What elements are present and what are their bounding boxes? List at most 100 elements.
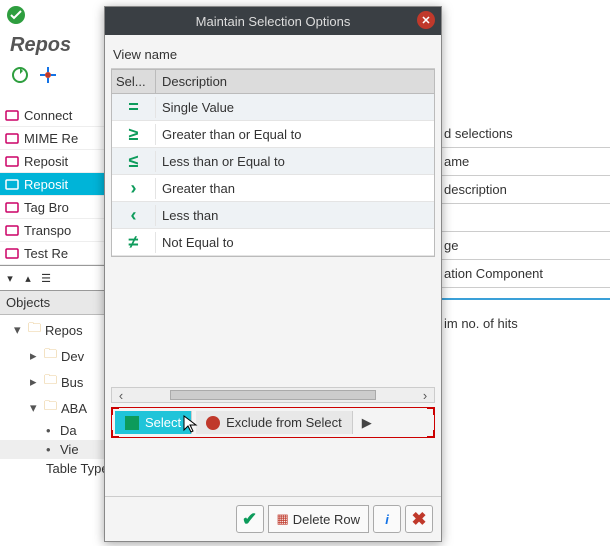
field-row xyxy=(440,204,610,232)
tab-select[interactable]: Select xyxy=(115,411,192,434)
option-glyph: ≠ xyxy=(112,232,156,253)
option-label: Greater than xyxy=(156,181,434,196)
options-table: Sel... Description =Single Value≥Greater… xyxy=(111,69,435,257)
tree-row[interactable]: ▾🗀 ABA xyxy=(0,395,110,421)
tree-label: Vie xyxy=(60,442,79,457)
bullet-icon: • xyxy=(46,423,56,438)
tree-label: Da xyxy=(60,423,77,438)
tree-row[interactable]: Table Types xyxy=(0,459,110,478)
tag-icon xyxy=(4,199,20,215)
nav-item-label: MIME Re xyxy=(24,131,78,146)
delete-row-icon: ▦ xyxy=(277,511,289,527)
tree-label: ABA xyxy=(61,401,87,416)
delete-row-label: Delete Row xyxy=(293,512,360,527)
nav-item-label: Reposit xyxy=(24,154,68,169)
delete-row-button[interactable]: ▦ Delete Row xyxy=(268,505,370,533)
mime-icon xyxy=(4,130,20,146)
tree-toolbar: ▾ ▴ ☰ xyxy=(0,265,110,291)
dialog-title: Maintain Selection Options xyxy=(196,14,351,29)
option-row[interactable]: ≥Greater than or Equal to xyxy=(112,121,434,148)
nav-item[interactable]: Tag Bro xyxy=(0,196,110,219)
info-button[interactable]: i xyxy=(373,505,401,533)
tree-row[interactable]: • Vie xyxy=(0,440,110,459)
cancel-button[interactable]: ✖ xyxy=(405,505,433,533)
scroll-right-icon[interactable]: › xyxy=(416,388,434,403)
repo-sel-icon xyxy=(4,176,20,192)
option-glyph: ≥ xyxy=(112,124,156,145)
info-icon: i xyxy=(385,512,389,527)
option-glyph: ‹ xyxy=(112,205,156,226)
nav-item[interactable]: Reposit xyxy=(0,150,110,173)
folder-icon: 🗀 xyxy=(44,371,57,393)
option-row[interactable]: ≠Not Equal to xyxy=(112,229,434,256)
nav-item[interactable]: Reposit xyxy=(0,173,110,196)
ok-icon xyxy=(6,5,26,25)
tree-row[interactable]: • Da xyxy=(0,421,110,440)
option-label: Less than xyxy=(156,208,434,223)
navigator-panel: Connect MIME Re Reposit Reposit Tag Bro Trans… xyxy=(0,104,110,480)
maintain-selection-dialog: Maintain Selection Options ✕ View name S… xyxy=(104,6,442,542)
nav-item-label: Test Re xyxy=(24,246,68,261)
folder-icon: 🗀 xyxy=(28,319,41,341)
list-icon[interactable]: ☰ xyxy=(38,270,54,286)
tree-label: Dev xyxy=(61,349,84,364)
option-row[interactable]: ›Greater than xyxy=(112,175,434,202)
connector-icon xyxy=(4,107,20,123)
option-label: Not Equal to xyxy=(156,235,434,250)
tree-label: Bus xyxy=(61,375,83,390)
nav-item[interactable]: MIME Re xyxy=(0,127,110,150)
folder-icon: 🗀 xyxy=(44,345,57,367)
test-icon xyxy=(4,245,20,261)
accept-button[interactable]: ✔ xyxy=(236,505,264,533)
scroll-left-icon[interactable]: ‹ xyxy=(112,388,130,403)
include-icon xyxy=(125,416,139,430)
caret-icon: ▾ xyxy=(14,322,24,338)
truck-icon xyxy=(4,222,20,238)
tree-row[interactable]: ▾🗀 Repos xyxy=(0,317,110,343)
separator xyxy=(440,298,610,300)
option-label: Greater than or Equal to xyxy=(156,127,434,142)
nav-item-label: Reposit xyxy=(24,177,68,192)
field-row: ation Component xyxy=(440,260,610,288)
nav-item-label: Transpo xyxy=(24,223,71,238)
caret-icon: ▸ xyxy=(30,374,40,390)
nav-item-label: Tag Bro xyxy=(24,200,69,215)
option-label: Less than or Equal to xyxy=(156,154,434,169)
objects-header: Objects xyxy=(0,291,110,315)
nav-item[interactable]: Test Re xyxy=(0,242,110,265)
option-glyph: ≤ xyxy=(112,151,156,172)
nav-item[interactable]: Connect xyxy=(0,104,110,127)
scroll-thumb[interactable] xyxy=(170,390,376,400)
close-icon[interactable]: ✕ xyxy=(417,11,435,29)
h-scrollbar[interactable]: ‹ › xyxy=(111,387,435,403)
caret-icon: ▾ xyxy=(30,400,40,416)
tree-label: Repos xyxy=(45,323,83,338)
view-name-label: View name xyxy=(111,41,435,69)
collapse-icon[interactable]: ▾ xyxy=(2,270,18,286)
folder-icon: 🗀 xyxy=(44,397,57,419)
nav-icon[interactable] xyxy=(38,65,58,85)
repo-icon xyxy=(4,153,20,169)
col-select: Sel... xyxy=(112,70,156,93)
more-tabs-icon[interactable]: ▶ xyxy=(357,415,377,431)
field-row: ge xyxy=(440,232,610,260)
tab-exclude-label: Exclude from Select xyxy=(226,415,342,430)
option-row[interactable]: ≤Less than or Equal to xyxy=(112,148,434,175)
tree-row[interactable]: ▸🗀Dev xyxy=(0,343,110,369)
refresh-icon[interactable] xyxy=(10,65,30,85)
nav-item-label: Connect xyxy=(24,108,72,123)
option-label: Single Value xyxy=(156,100,434,115)
dialog-titlebar[interactable]: Maintain Selection Options ✕ xyxy=(105,7,441,35)
option-row[interactable]: ‹Less than xyxy=(112,202,434,229)
cancel-icon: ✖ xyxy=(411,509,426,530)
col-description: Description xyxy=(156,70,434,93)
expand-icon[interactable]: ▴ xyxy=(20,270,36,286)
right-panel: d selectionsamedescription geation Compo… xyxy=(440,120,610,337)
option-glyph: › xyxy=(112,178,156,199)
tree-row[interactable]: ▸🗀 Bus xyxy=(0,369,110,395)
bullet-icon: • xyxy=(46,442,56,457)
nav-item[interactable]: Transpo xyxy=(0,219,110,242)
option-row[interactable]: =Single Value xyxy=(112,94,434,121)
tab-exclude[interactable]: Exclude from Select xyxy=(196,411,353,434)
field-row: d selections xyxy=(440,120,610,148)
